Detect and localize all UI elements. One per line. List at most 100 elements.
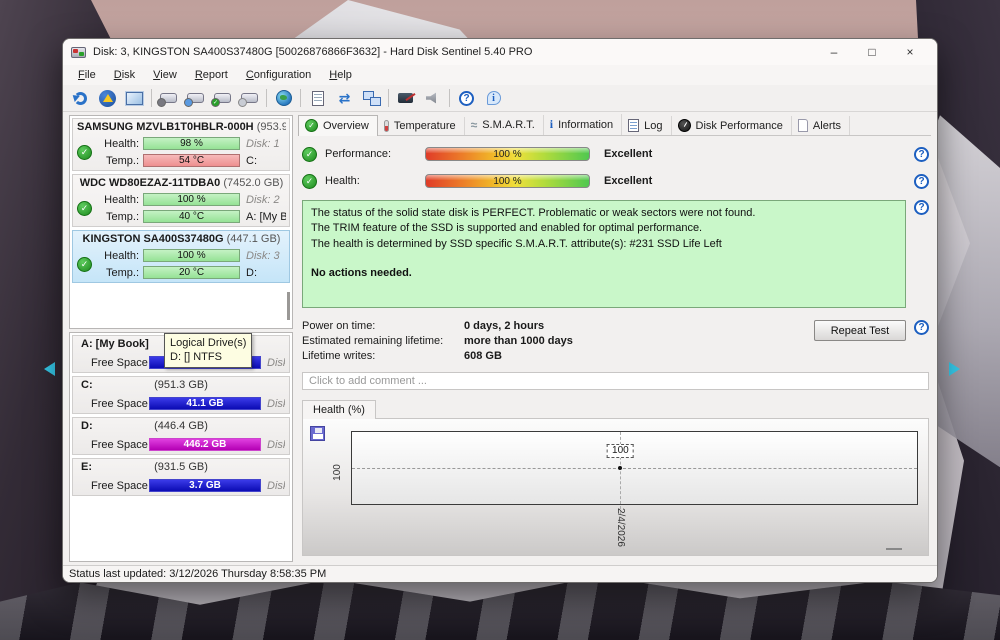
- drive-card-d[interactable]: D: (446.4 GB) Free Space 446.2 GB Disk: …: [72, 417, 290, 455]
- toolbar-separator: [388, 89, 389, 107]
- health-rating: Excellent: [604, 175, 653, 187]
- health-label: Health:: [104, 137, 139, 150]
- alerts-page-icon: [797, 119, 808, 132]
- menu-help[interactable]: Help: [320, 67, 361, 83]
- toolbar: ✓ ⇄ ? i: [63, 85, 937, 112]
- drive-card-e[interactable]: E: (931.5 GB) Free Space 3.7 GB Disk: 0: [72, 458, 290, 496]
- info-icon: i: [549, 117, 554, 131]
- drive-card-c[interactable]: C: (951.3 GB) Free Space 41.1 GB Disk: 1: [72, 376, 290, 414]
- comment-input[interactable]: Click to add comment ...: [302, 372, 929, 390]
- disk-number: Disk: 3: [267, 438, 285, 451]
- health-bar: 100 %: [143, 249, 240, 262]
- drive-list: A: [My Book] Free Space 0.2 GB Disk: 2 C…: [69, 332, 293, 562]
- temp-bar: 20 °C: [143, 266, 240, 279]
- menu-disk[interactable]: Disk: [105, 67, 144, 83]
- free-space-label: Free Space: [91, 356, 148, 369]
- health-chart: 100 100 2/4/2026: [302, 418, 929, 556]
- status-ok-icon: ✓: [77, 257, 92, 272]
- chart-x-tick: 2/4/2026: [614, 508, 626, 547]
- menu-file[interactable]: File: [69, 67, 105, 83]
- health-label: Health:: [104, 249, 139, 262]
- remaining-lifetime-label: Estimated remaining lifetime:: [302, 334, 444, 347]
- alert-settings-icon[interactable]: [94, 86, 121, 110]
- tabstrip: ✓ Overview Temperature ≈ S.M.A.R.T. i In…: [298, 114, 931, 136]
- smart-wave-icon: ≈: [470, 118, 478, 132]
- tab-overview[interactable]: ✓ Overview: [298, 115, 378, 136]
- toolbar-separator: [266, 89, 267, 107]
- tab-log[interactable]: Log: [622, 116, 672, 135]
- tab-temperature[interactable]: Temperature: [378, 117, 465, 135]
- maximize-button[interactable]: □: [853, 40, 891, 64]
- status-line: The health is determined by SSD specific…: [311, 237, 722, 250]
- information-icon[interactable]: i: [480, 86, 507, 110]
- toolbar-separator: [151, 89, 152, 107]
- window-controls: – □ ×: [815, 40, 929, 64]
- status-ok-icon: ✓: [302, 146, 317, 162]
- screenshot-icon[interactable]: [121, 86, 148, 110]
- help-icon[interactable]: ?: [914, 173, 929, 189]
- sync-data-icon[interactable]: ⇄: [331, 86, 358, 110]
- overview-body: ✓ Performance: 100 % Excellent ? ✓ Healt…: [298, 136, 931, 562]
- lifetime-writes-label: Lifetime writes:: [302, 349, 376, 362]
- chart-data-point: [618, 466, 623, 470]
- wallpaper-arrow-icon: [44, 362, 55, 376]
- status-line: The status of the solid state disk is PE…: [311, 207, 756, 219]
- titlebar[interactable]: Disk: 3, KINGSTON SA400S37480G [50026876…: [63, 39, 937, 65]
- save-chart-icon[interactable]: [310, 426, 325, 441]
- chart-resize-grip[interactable]: [886, 548, 902, 550]
- disk-card-wdc[interactable]: WDC WD80EZAZ-11TDBA0 (7452.0 GB) ✓ Healt…: [72, 174, 290, 227]
- menu-report[interactable]: Report: [186, 67, 237, 83]
- tab-alerts[interactable]: Alerts: [792, 116, 851, 135]
- minimize-button[interactable]: –: [815, 40, 853, 64]
- chart-point-label: 100: [607, 444, 634, 458]
- tab-disk-performance[interactable]: Disk Performance: [672, 116, 792, 135]
- free-space-bar: 3.7 GB: [149, 479, 261, 492]
- report-icon[interactable]: [304, 86, 331, 110]
- disk-schedule-icon[interactable]: [182, 86, 209, 110]
- network-disks-icon[interactable]: [270, 86, 297, 110]
- remote-monitor-icon[interactable]: [392, 86, 419, 110]
- disk-number: Disk: 0: [267, 479, 285, 492]
- disk-list-scrollbar[interactable]: [287, 292, 290, 320]
- disk-card-samsung[interactable]: SAMSUNG MZVLB1T0HBLR-000H (953.9 GB) ✓ H…: [72, 118, 290, 171]
- tab-smart[interactable]: ≈ S.M.A.R.T.: [465, 115, 544, 135]
- disk-number: Disk: 2: [246, 193, 280, 206]
- status-section: The status of the solid state disk is PE…: [302, 200, 929, 308]
- disk-name: KINGSTON SA400S37480G: [82, 233, 224, 245]
- refresh-icon[interactable]: [67, 86, 94, 110]
- health-row: ✓ Health: 100 % Excellent ?: [302, 171, 929, 191]
- toolbar-separator: [449, 89, 450, 107]
- menu-configuration[interactable]: Configuration: [237, 67, 320, 83]
- repeat-test-button[interactable]: Repeat Test: [814, 320, 906, 341]
- disk-card-kingston-selected[interactable]: KINGSTON SA400S37480G (447.1 GB) ✓ Healt…: [72, 230, 290, 283]
- disk-number: Disk: 1: [267, 397, 285, 410]
- status-text-box: The status of the solid state disk is PE…: [302, 200, 906, 308]
- thermometer-icon: [383, 120, 389, 132]
- free-space-label: Free Space: [91, 438, 148, 451]
- toolbar-separator: [300, 89, 301, 107]
- help-icon[interactable]: ?: [914, 200, 929, 215]
- status-ok-icon: ✓: [77, 145, 92, 160]
- chart-tab-health[interactable]: Health (%): [302, 400, 376, 419]
- disk-test-icon[interactable]: [155, 86, 182, 110]
- network-icon[interactable]: [358, 86, 385, 110]
- drive-capacity: (951.3 GB): [154, 379, 208, 391]
- overview-check-icon: ✓: [305, 119, 318, 132]
- close-button[interactable]: ×: [891, 40, 929, 64]
- disk-capacity: (7452.0 GB): [223, 177, 284, 189]
- status-last-updated: Status last updated: 3/12/2026 Thursday …: [69, 568, 327, 580]
- disk-analyze-icon[interactable]: [236, 86, 263, 110]
- sound-alerts-icon[interactable]: [419, 86, 446, 110]
- menu-view[interactable]: View: [144, 67, 186, 83]
- health-label: Health:: [325, 175, 360, 187]
- performance-label: Performance:: [325, 148, 392, 160]
- help-icon[interactable]: ?: [453, 86, 480, 110]
- status-ok-icon: ✓: [302, 173, 317, 189]
- app-icon: [71, 46, 86, 58]
- gauge-icon: [677, 119, 691, 132]
- tab-information[interactable]: i Information: [544, 114, 623, 135]
- help-icon[interactable]: ?: [914, 146, 929, 162]
- disk-ok-icon[interactable]: ✓: [209, 86, 236, 110]
- window-title: Disk: 3, KINGSTON SA400S37480G [50026876…: [93, 46, 533, 58]
- help-icon[interactable]: ?: [914, 320, 929, 335]
